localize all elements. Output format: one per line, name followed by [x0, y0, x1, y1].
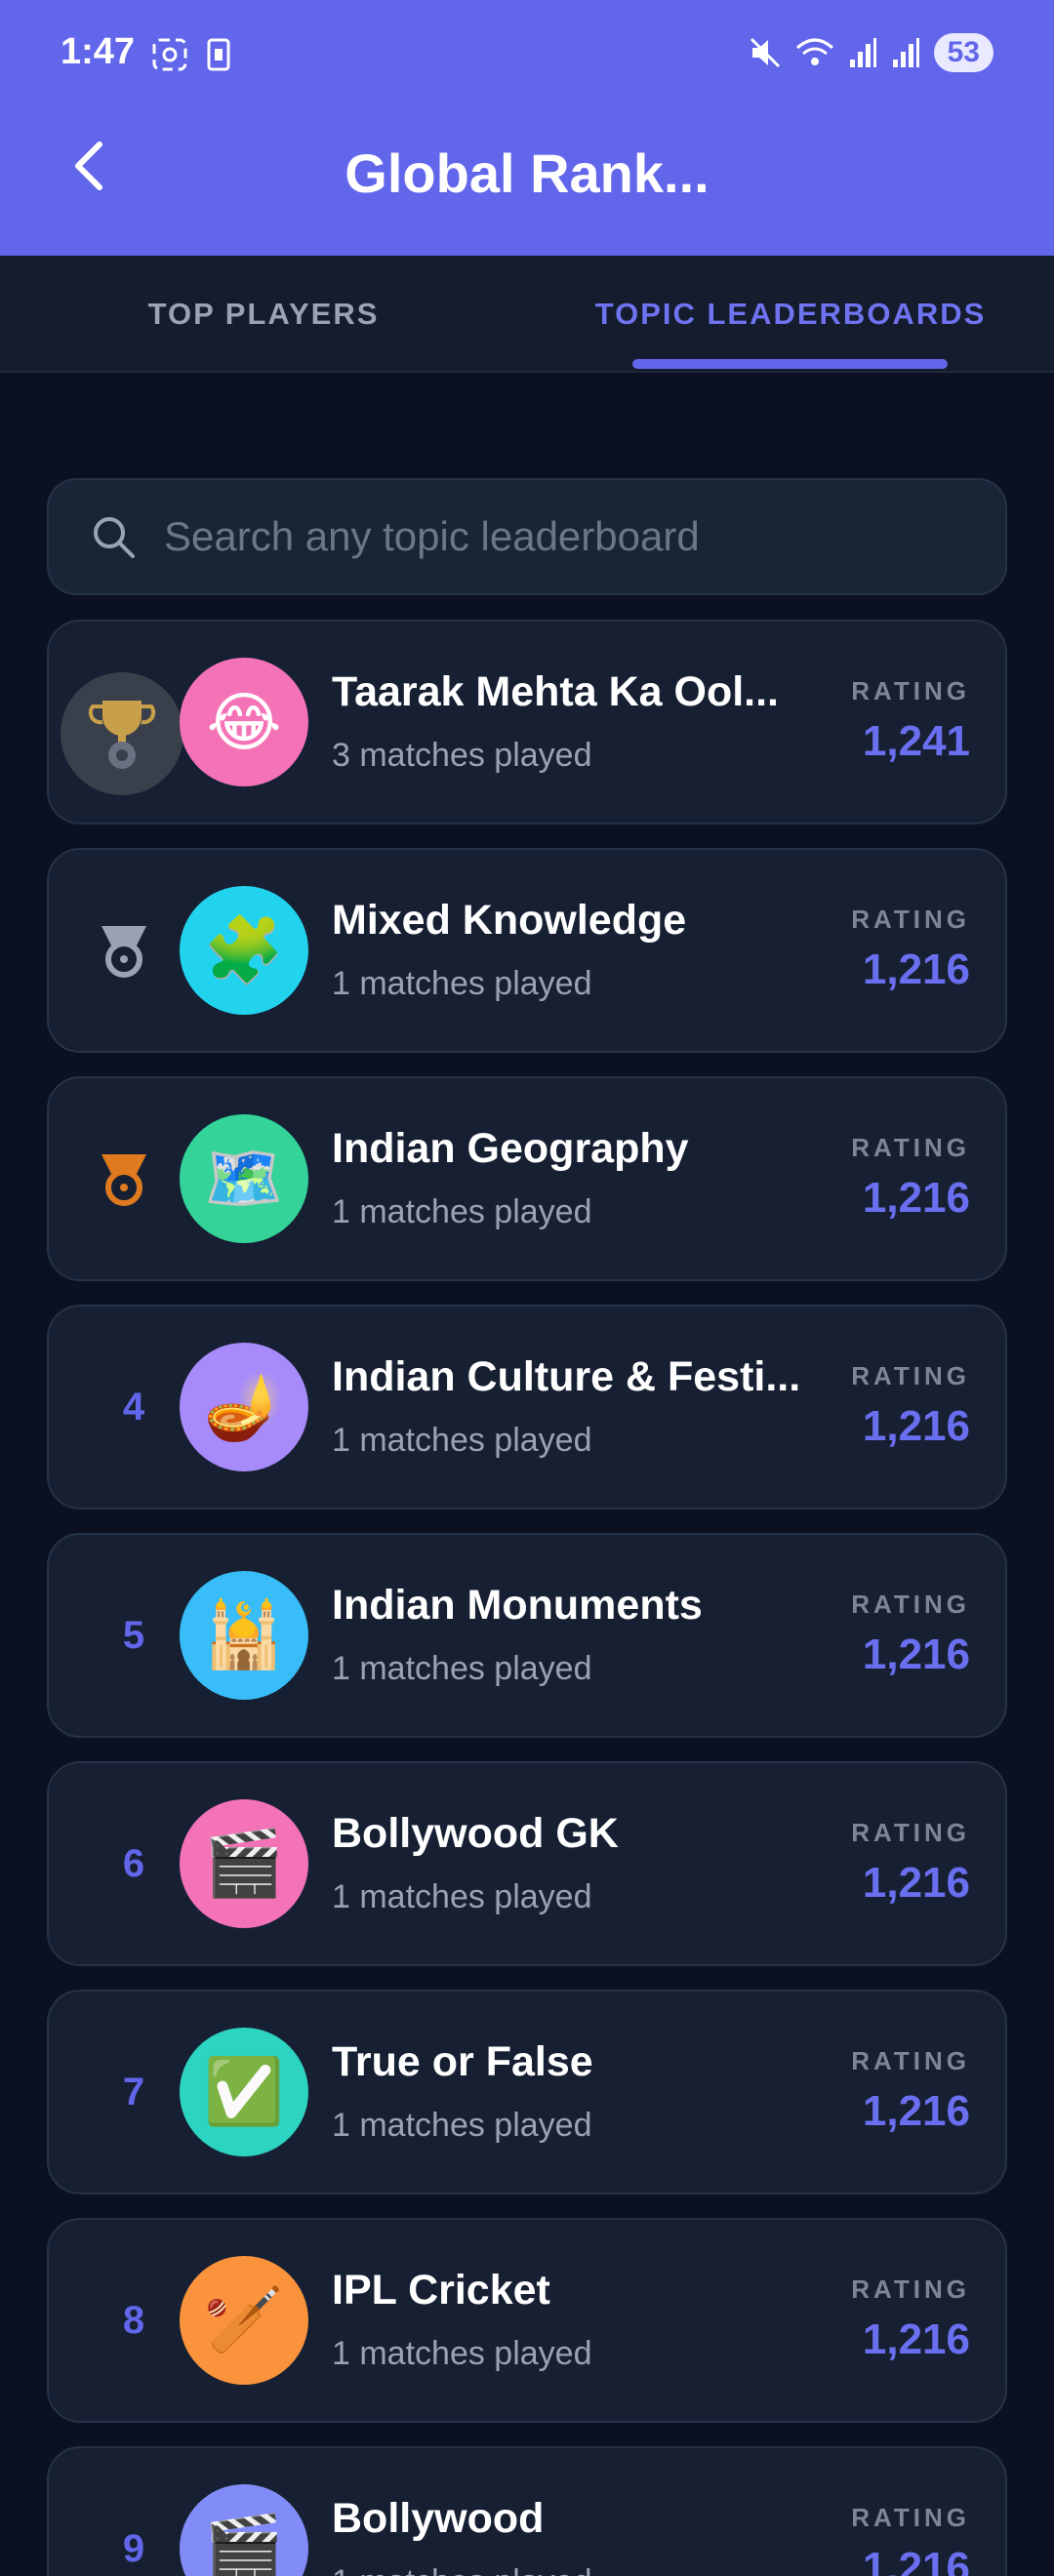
- matches-played: 1 matches played: [332, 1193, 592, 1230]
- topic-name: True or False: [332, 2038, 593, 2085]
- silver-medal-icon: [90, 916, 158, 985]
- rating-value: 1,216: [862, 1402, 970, 1450]
- screenshot-icon: [152, 38, 187, 71]
- topic-name: Taarak Mehta Ka Ool...: [332, 668, 780, 715]
- matches-played: 1 matches played: [332, 965, 592, 1002]
- rating-value: 1,216: [862, 2544, 970, 2576]
- battery-indicator: 53: [933, 33, 993, 72]
- rating-value: 1,216: [862, 1174, 970, 1222]
- topic-card[interactable]: 8 🏏 IPL Cricket 1 matches played RATING 1,216: [47, 2218, 1007, 2423]
- status-right-icons: 53: [749, 33, 993, 72]
- matches-played: 1 matches played: [332, 2563, 592, 2576]
- tab-top-players[interactable]: TOP PLAYERS: [0, 256, 527, 373]
- topic-avatar-icon: 🪔: [180, 1343, 308, 1471]
- rank-number: 5: [122, 1613, 145, 1657]
- trophy-icon: [88, 701, 156, 769]
- matches-played: 1 matches played: [332, 2335, 592, 2372]
- search-bar[interactable]: [47, 478, 1007, 595]
- topic-avatar-icon: 🗺️: [180, 1114, 308, 1243]
- search-icon: [94, 517, 135, 558]
- wifi-icon: [795, 38, 833, 65]
- rating-label: RATING: [851, 2503, 970, 2532]
- rating-value: 1,216: [862, 2315, 970, 2363]
- topic-avatar-icon: 🎬: [180, 2484, 308, 2576]
- topic-avatar-icon: 🕌: [180, 1571, 308, 1700]
- rating-label: RATING: [851, 1818, 970, 1847]
- status-left-icons: [151, 37, 231, 72]
- tab-bar: TOP PLAYERS TOPIC LEADERBOARDS: [0, 256, 1054, 373]
- topic-avatar-icon: 🏏: [180, 2256, 308, 2385]
- rating-label: RATING: [851, 1133, 970, 1162]
- topic-avatar-icon: 🎬: [180, 1799, 308, 1928]
- app-header: 1:47 53 Global Rank...: [0, 0, 1054, 256]
- topic-card[interactable]: 5 🕌 Indian Monuments 1 matches played RATING…: [47, 1533, 1007, 1738]
- rank-number: 8: [122, 2298, 145, 2342]
- sim-icon: [207, 38, 230, 71]
- rank-number: 7: [122, 2070, 145, 2113]
- matches-played: 1 matches played: [332, 1650, 592, 1687]
- status-time: 1:47: [61, 31, 136, 72]
- rating-value: 1,241: [862, 717, 970, 765]
- rating-label: RATING: [851, 2274, 970, 2304]
- topic-avatar-icon: ✅: [180, 2028, 308, 2156]
- topic-card[interactable]: 😂 Taarak Mehta Ka Ool... 3 matches played R…: [47, 620, 1007, 825]
- topic-card[interactable]: 7 ✅ True or False 1 matches played RATING 1,2…: [47, 1990, 1007, 2194]
- rating-label: RATING: [851, 676, 970, 705]
- rank-number: 9: [122, 2526, 145, 2570]
- page-title: Global Rank...: [345, 142, 709, 204]
- rating-label: RATING: [851, 1361, 970, 1390]
- topic-card[interactable]: 🧩 Mixed Knowledge 1 matches played RATING 1,…: [47, 848, 1007, 1053]
- rating-value: 1,216: [862, 2087, 970, 2135]
- topic-card[interactable]: 6 🎬 Bollywood GK 1 matches played RATING 1,21…: [47, 1761, 1007, 1966]
- topic-avatar-icon: 😂: [180, 658, 308, 786]
- topic-card[interactable]: 🗺️ Indian Geography 1 matches played RATING…: [47, 1076, 1007, 1281]
- topic-card[interactable]: 9 🎬 Bollywood 1 matches played RATING 1,216: [47, 2446, 1007, 2576]
- active-tab-indicator: [632, 359, 948, 369]
- trophy-badge: [61, 672, 183, 795]
- rating-label: RATING: [851, 2046, 970, 2075]
- topic-card[interactable]: 4 🪔 Indian Culture & Festi... 1 matches pla…: [47, 1305, 1007, 1509]
- signal-icon-2: [892, 38, 919, 67]
- matches-played: 1 matches played: [332, 1878, 592, 1915]
- topic-name: Bollywood GK: [332, 1810, 619, 1857]
- search-input[interactable]: [164, 513, 1005, 560]
- topic-name: Indian Geography: [332, 1125, 689, 1172]
- rating-value: 1,216: [862, 946, 970, 993]
- rating-label: RATING: [851, 1590, 970, 1619]
- topic-name: IPL Cricket: [332, 2267, 550, 2314]
- signal-icon: [849, 38, 876, 67]
- topic-name: Indian Culture & Festi...: [332, 1353, 801, 1400]
- topic-name: Indian Monuments: [332, 1582, 703, 1629]
- rating-value: 1,216: [862, 1859, 970, 1907]
- tab-topic-leaderboards[interactable]: TOPIC LEADERBOARDS: [527, 256, 1054, 373]
- matches-played: 3 matches played: [332, 737, 592, 774]
- matches-played: 1 matches played: [332, 2107, 592, 2144]
- rating-value: 1,216: [862, 1630, 970, 1678]
- matches-played: 1 matches played: [332, 1422, 592, 1459]
- rating-label: RATING: [851, 905, 970, 934]
- status-bar: 1:47 53: [0, 0, 1054, 112]
- rank-number: 6: [122, 1841, 145, 1885]
- topic-avatar-icon: 🧩: [180, 886, 308, 1015]
- topic-name: Mixed Knowledge: [332, 897, 687, 944]
- topic-name: Bollywood: [332, 2495, 545, 2542]
- bronze-medal-icon: [90, 1145, 158, 1213]
- rank-number: 4: [122, 1385, 145, 1429]
- mute-icon: [750, 37, 780, 68]
